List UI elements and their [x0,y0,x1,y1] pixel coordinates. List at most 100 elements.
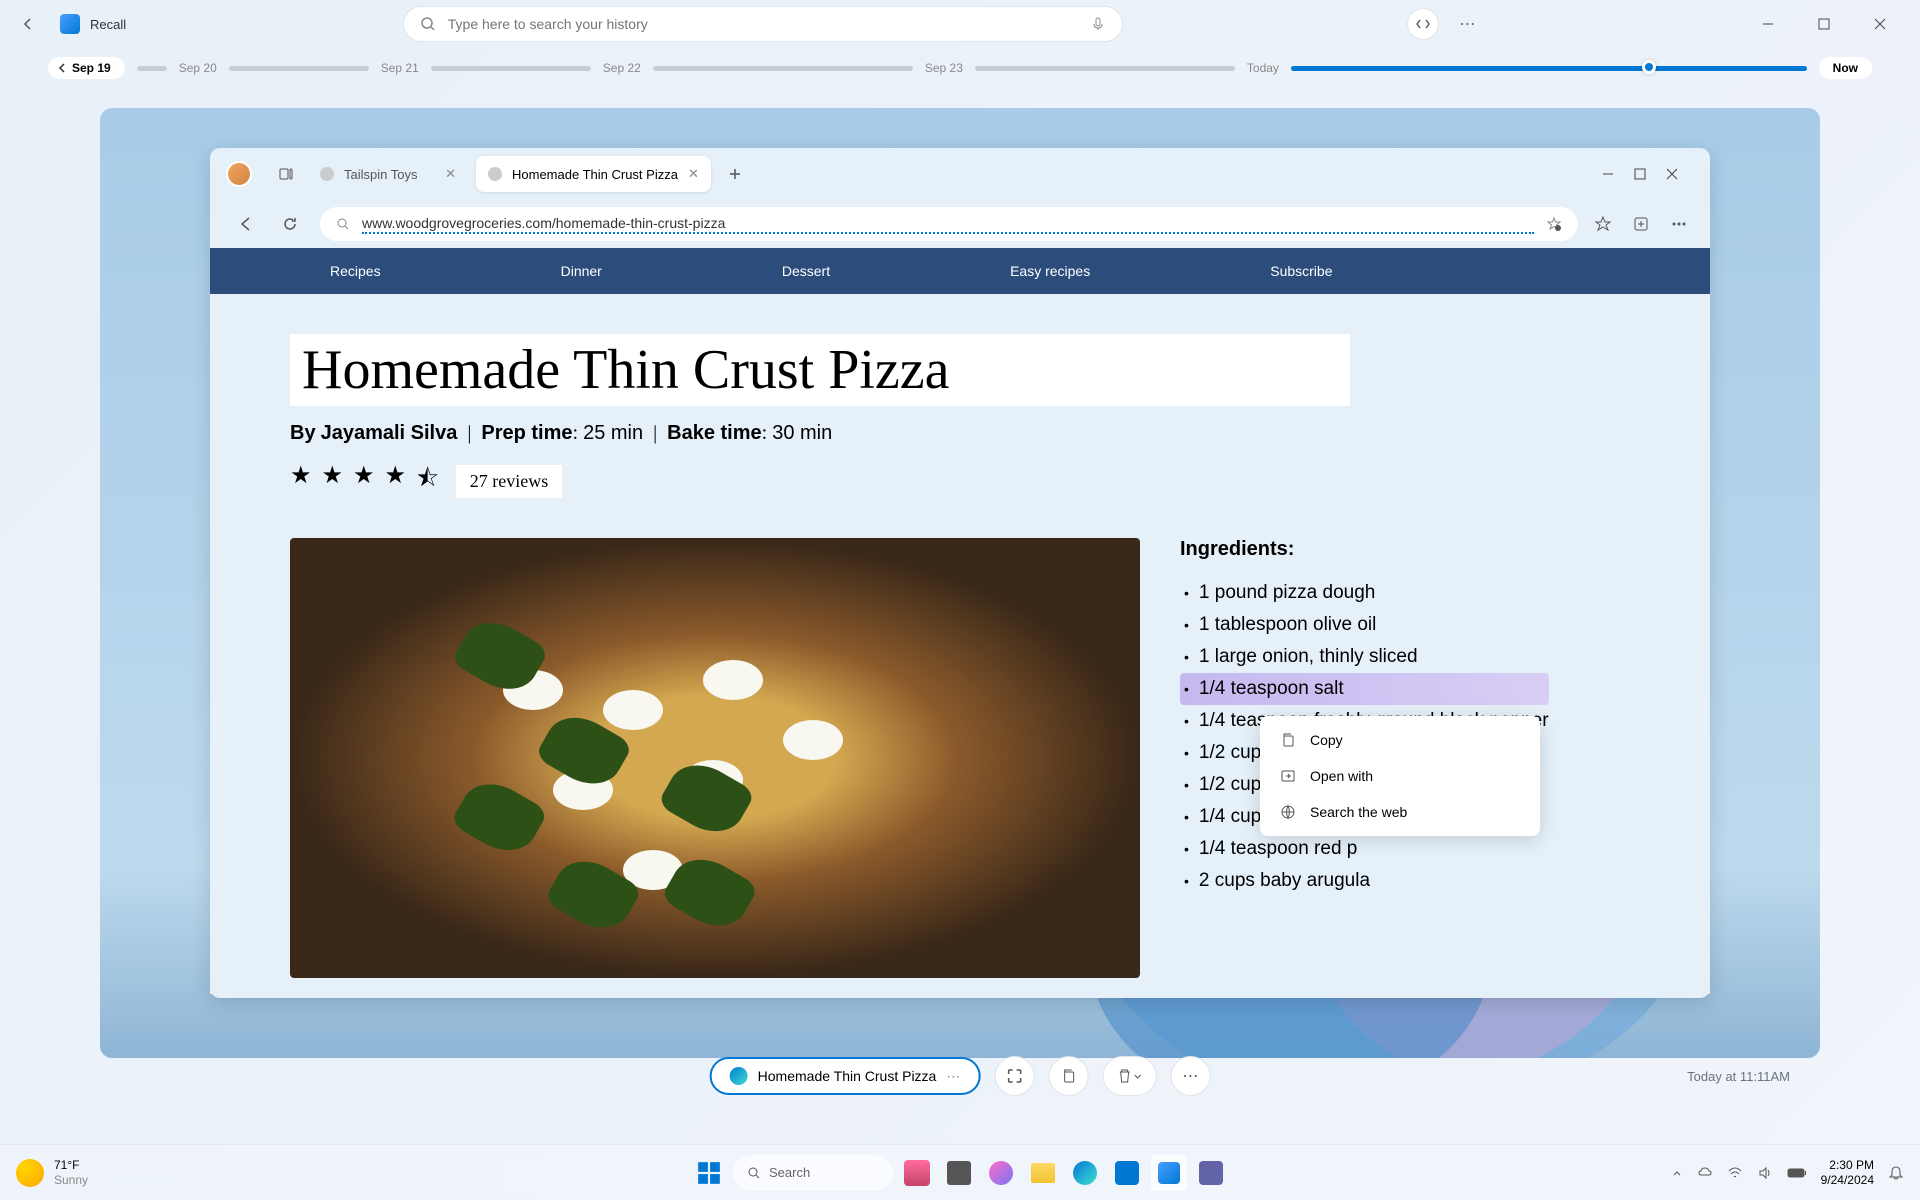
current-date-pill[interactable]: Sep 19 [48,57,125,79]
plus-icon [727,166,743,182]
now-button[interactable]: Now [1819,57,1872,79]
chevron-down-icon [1132,1071,1142,1081]
timeline-segment[interactable] [653,66,913,71]
notifications-icon[interactable] [1888,1165,1904,1181]
delete-button[interactable] [1102,1056,1156,1096]
list-item: 2 cups baby arugula [1180,865,1549,897]
condition: Sunny [54,1173,88,1187]
battery-icon[interactable] [1787,1167,1807,1179]
tab-groups-icon [278,166,294,182]
code-icon [1415,16,1431,32]
recipe-image [290,538,1140,978]
close-tab-button[interactable]: ✕ [688,166,699,182]
recall-app-icon [60,14,80,34]
date-label: Sep 21 [381,61,419,75]
copy-button[interactable] [1048,1056,1088,1096]
nav-link[interactable]: Easy recipes [1010,263,1090,279]
taskbar-store[interactable] [1109,1155,1145,1191]
crop-icon [1005,1067,1023,1085]
timeline-today-track[interactable] [1291,66,1807,71]
context-copy[interactable]: Copy [1266,722,1534,758]
weather-widget[interactable]: 71°F Sunny [16,1158,88,1187]
page-title: Homemade Thin Crust Pizza [290,334,1350,406]
taskbar-explorer[interactable] [1025,1155,1061,1191]
date-label: Sep 23 [925,61,963,75]
nav-link[interactable]: Dessert [782,263,830,279]
list-item: 1 large onion, thinly sliced [1180,641,1549,673]
context-search-web[interactable]: Search the web [1266,794,1534,830]
more-button[interactable]: ⋯ [1459,14,1475,34]
onedrive-icon[interactable] [1697,1165,1713,1181]
browser-more-icon[interactable] [1670,215,1688,233]
copy-icon [1280,732,1296,748]
reviews-count[interactable]: 27 reviews [455,464,563,499]
favorite-icon[interactable] [1546,216,1562,232]
tab-title: Tailspin Toys [344,167,417,182]
tab-groups-button[interactable] [272,160,300,188]
back-button[interactable] [16,12,40,36]
favorites-icon[interactable] [1594,215,1612,233]
address-bar[interactable]: www.woodgrovegroceries.com/homemade-thin… [320,207,1578,241]
close-button[interactable] [1864,8,1896,40]
code-button[interactable] [1407,8,1439,40]
more-actions-button[interactable]: ⋯ [1170,1056,1210,1096]
taskbar-search[interactable]: Search [733,1155,893,1191]
collections-icon[interactable] [1632,215,1650,233]
windows-icon [696,1160,722,1186]
nav-link[interactable]: Recipes [330,263,381,279]
profile-avatar[interactable] [226,161,252,187]
date-label: Today [1247,61,1279,75]
context-menu: Copy Open with Search the web [1260,716,1540,836]
maximize-button[interactable] [1808,8,1840,40]
sun-icon [16,1159,44,1187]
taskbar-app[interactable] [899,1155,935,1191]
browser-tab[interactable]: Tailspin Toys ✕ [308,156,468,192]
browser-close[interactable] [1666,168,1678,180]
browser-back-button[interactable] [232,210,260,238]
taskbar-teams[interactable] [1193,1155,1229,1191]
snapshot-timestamp: Today at 11:11AM [1687,1069,1790,1084]
crop-button[interactable] [994,1056,1034,1096]
browser-minimize[interactable] [1602,168,1614,180]
nav-link[interactable]: Subscribe [1270,263,1332,279]
taskbar-app[interactable] [941,1155,977,1191]
open-with-icon [1280,768,1296,784]
browser-refresh-button[interactable] [276,210,304,238]
list-item-selected: 1/4 teaspoon salt [1180,673,1549,705]
wifi-icon[interactable] [1727,1165,1743,1181]
start-button[interactable] [691,1155,727,1191]
timeline-segment[interactable] [975,66,1235,71]
taskbar-recall[interactable] [1151,1155,1187,1191]
star-icon: ★ [353,461,375,502]
taskbar-copilot[interactable] [983,1155,1019,1191]
favicon [320,167,334,181]
volume-icon[interactable] [1757,1165,1773,1181]
search-input[interactable] [448,16,1078,32]
timeline-segment[interactable] [229,66,369,71]
timeline[interactable]: Sep 19 Sep 20 Sep 21 Sep 22 Sep 23 Today… [0,48,1920,88]
url-text: www.woodgrovegroceries.com/homemade-thin… [362,215,1534,234]
snapshot-title: Homemade Thin Crust Pizza [758,1068,937,1084]
timeline-segment[interactable] [431,66,591,71]
timeline-playhead[interactable] [1642,60,1656,74]
list-item: 1 tablespoon olive oil [1180,609,1549,641]
date-label: Sep 22 [603,61,641,75]
nav-link[interactable]: Dinner [561,263,602,279]
browser-maximize[interactable] [1634,168,1646,180]
more-icon[interactable]: ⋯ [946,1068,960,1085]
chevron-up-icon[interactable] [1671,1167,1683,1179]
temperature: 71°F [54,1158,88,1172]
taskbar-edge[interactable] [1067,1155,1103,1191]
site-nav: Recipes Dinner Dessert Easy recipes Subs… [210,248,1710,294]
new-tab-button[interactable] [719,158,751,190]
context-open-with[interactable]: Open with [1266,758,1534,794]
clock[interactable]: 2:30 PM 9/24/2024 [1821,1158,1874,1187]
history-search-box[interactable] [403,6,1123,42]
microphone-icon[interactable] [1090,16,1106,32]
star-icon: ★ [385,461,407,502]
minimize-button[interactable] [1752,8,1784,40]
timeline-segment[interactable] [137,66,167,71]
browser-tab-active[interactable]: Homemade Thin Crust Pizza ✕ [476,156,711,192]
snapshot-app-pill[interactable]: Homemade Thin Crust Pizza ⋯ [710,1057,981,1095]
close-tab-button[interactable]: ✕ [445,166,456,182]
